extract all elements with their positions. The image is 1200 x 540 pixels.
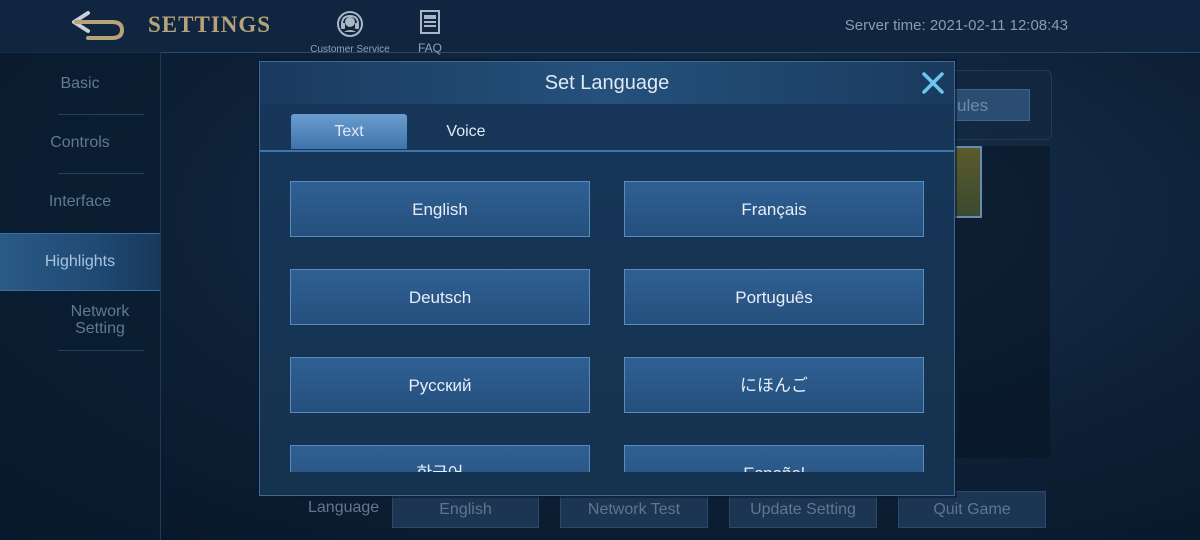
divider — [58, 173, 144, 174]
back-arrow-icon[interactable] — [68, 8, 126, 42]
tab-voice[interactable]: Voice — [408, 114, 524, 149]
rules-button[interactable]: ules — [952, 89, 1030, 121]
sidebar-item-highlights[interactable]: Highlights — [0, 233, 160, 291]
sidebar-item-label: Basic — [60, 75, 100, 92]
language-label: Language — [308, 499, 380, 516]
close-icon[interactable] — [920, 70, 946, 96]
faq-document-icon — [420, 10, 440, 34]
language-select-button[interactable]: English — [392, 491, 539, 528]
sidebar-item-network-setting[interactable]: Network Setting — [56, 303, 144, 339]
language-option-japanese[interactable]: にほんご — [624, 357, 924, 413]
language-option-deutsch[interactable]: Deutsch — [290, 269, 590, 325]
language-option-espanol[interactable]: Español — [624, 445, 924, 472]
set-language-dialog: Set Language Text Voice English Français… — [259, 61, 955, 496]
divider — [58, 114, 144, 115]
quit-game-button[interactable]: Quit Game — [898, 491, 1046, 528]
sidebar-item-label: Controls — [50, 134, 110, 151]
language-list[interactable]: English Français Deutsch Português Русск… — [260, 152, 954, 472]
page-title: SETTINGS — [148, 12, 272, 37]
sidebar-item-basic[interactable]: Basic — [0, 72, 160, 96]
tab-text[interactable]: Text — [291, 114, 407, 149]
top-bar: SETTINGS Customer Service FAQ Server tim… — [0, 0, 1200, 55]
customer-service-label: Customer Service — [310, 44, 390, 55]
sidebar-item-label: Network Setting — [70, 303, 130, 337]
settings-sidebar: Basic Controls Interface Highlights Netw… — [0, 52, 161, 540]
faq-button[interactable]: FAQ — [412, 10, 448, 55]
faq-label: FAQ — [417, 41, 442, 55]
language-option-english[interactable]: English — [290, 181, 590, 237]
network-test-button[interactable]: Network Test — [560, 491, 708, 528]
sidebar-item-label: Highlights — [44, 253, 116, 270]
server-time: Server time: 2021-02-11 12:08:43 — [844, 17, 1068, 34]
customer-service-button[interactable]: Customer Service — [304, 10, 396, 55]
divider — [58, 350, 144, 351]
dialog-title: Set Language — [260, 62, 954, 104]
sidebar-item-label: Interface — [48, 193, 112, 210]
language-option-francais[interactable]: Français — [624, 181, 924, 237]
language-option-portugues[interactable]: Português — [624, 269, 924, 325]
headset-icon — [337, 11, 363, 37]
sidebar-item-controls[interactable]: Controls — [0, 131, 160, 155]
language-option-korean[interactable]: 한국어 — [290, 445, 590, 472]
update-setting-button[interactable]: Update Setting — [729, 491, 877, 528]
language-option-russian[interactable]: Русский — [290, 357, 590, 413]
sidebar-item-interface[interactable]: Interface — [0, 190, 160, 214]
